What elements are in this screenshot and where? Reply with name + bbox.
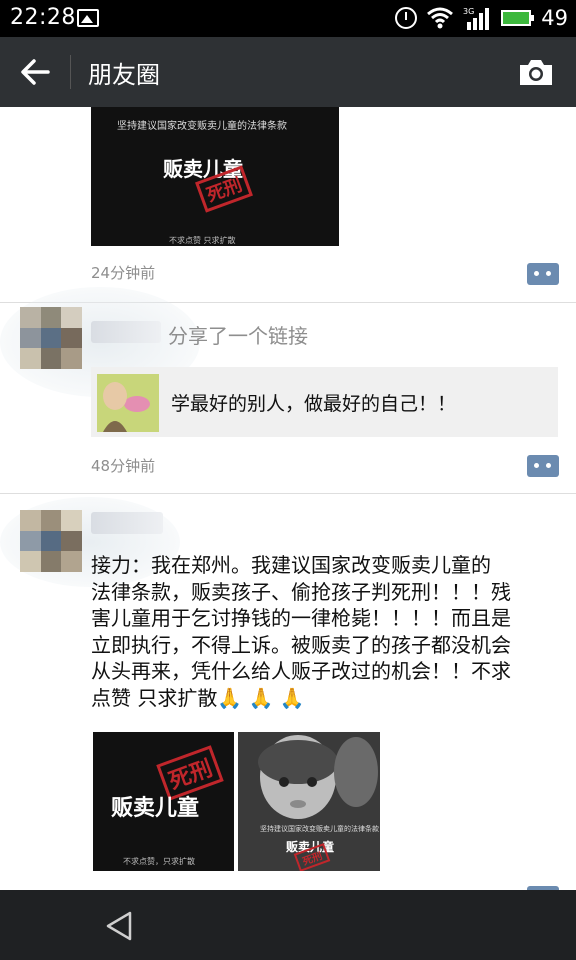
back-arrow-icon[interactable] — [18, 55, 52, 89]
system-nav-bar — [0, 890, 576, 960]
link-title: 学最好的别人，做最好的自己！！ — [171, 393, 457, 415]
post-divider — [0, 493, 576, 494]
poster-caption: 坚持建议国家改变贩卖儿童的法律条款 — [260, 825, 379, 833]
poster-caption: 坚持建议国家改变贩卖儿童的法律条款 — [117, 121, 287, 132]
post-content: 接力：我在郑州。我建议国家改变贩卖儿童的 法律条款，贩卖孩子、偷抢孩子判死刑！！… — [91, 553, 511, 710]
post-time: 24分钟前 — [91, 264, 156, 282]
poster-footer: 不求点赞，只求扩散 — [123, 857, 195, 866]
image-icon — [77, 9, 99, 27]
status-icons: 3G 49 — [395, 4, 568, 32]
system-back-icon[interactable] — [104, 910, 134, 942]
wifi-icon — [427, 7, 454, 29]
page-title: 朋友圈 — [88, 61, 160, 89]
status-bar: 22:28 3G 49 — [0, 0, 576, 37]
link-thumbnail — [97, 374, 159, 432]
battery-icon — [501, 10, 535, 26]
user-name-blurred[interactable] — [91, 512, 163, 534]
svg-text:3G: 3G — [463, 7, 474, 16]
post-image[interactable]: 坚持建议国家改变贩卖儿童的法律条款 贩卖儿童 死刑 — [238, 732, 380, 871]
share-action-text: 分享了一个链接 — [168, 324, 308, 348]
moments-feed[interactable]: 坚持建议国家改变贩卖儿童的法律条款 贩卖儿童 死刑 不求点赞 只求扩散 24分钟… — [0, 107, 576, 890]
nav-divider — [70, 55, 71, 89]
poster-footer: 不求点赞 只求扩散 — [169, 236, 236, 245]
battery-level: 49 — [541, 6, 568, 30]
3g-signal-icon: 3G — [463, 7, 490, 30]
post-time: 48分钟前 — [91, 457, 156, 475]
comment-button[interactable] — [527, 263, 559, 285]
status-time: 22:28 — [10, 5, 76, 30]
comment-button[interactable] — [527, 455, 559, 477]
post-image[interactable]: 坚持建议国家改变贩卖儿童的法律条款 贩卖儿童 死刑 不求点赞 只求扩散 — [91, 107, 339, 246]
shared-link-card[interactable]: 学最好的别人，做最好的自己！！ — [91, 367, 558, 437]
wechat-moments-screen: 22:28 3G 49 朋友圈 坚持建议国家改变贩卖儿童的法律条款 贩卖儿童 死… — [0, 0, 576, 960]
user-name-blurred[interactable] — [91, 321, 161, 343]
poster-headline: 贩卖儿童 — [111, 795, 200, 821]
avatar[interactable] — [20, 510, 82, 572]
alarm-icon — [395, 7, 418, 29]
top-nav-bar: 朋友圈 — [0, 37, 576, 107]
camera-icon[interactable] — [518, 57, 554, 87]
avatar[interactable] — [20, 307, 82, 369]
post-image[interactable]: 死刑 贩卖儿童 不求点赞，只求扩散 — [93, 732, 234, 871]
